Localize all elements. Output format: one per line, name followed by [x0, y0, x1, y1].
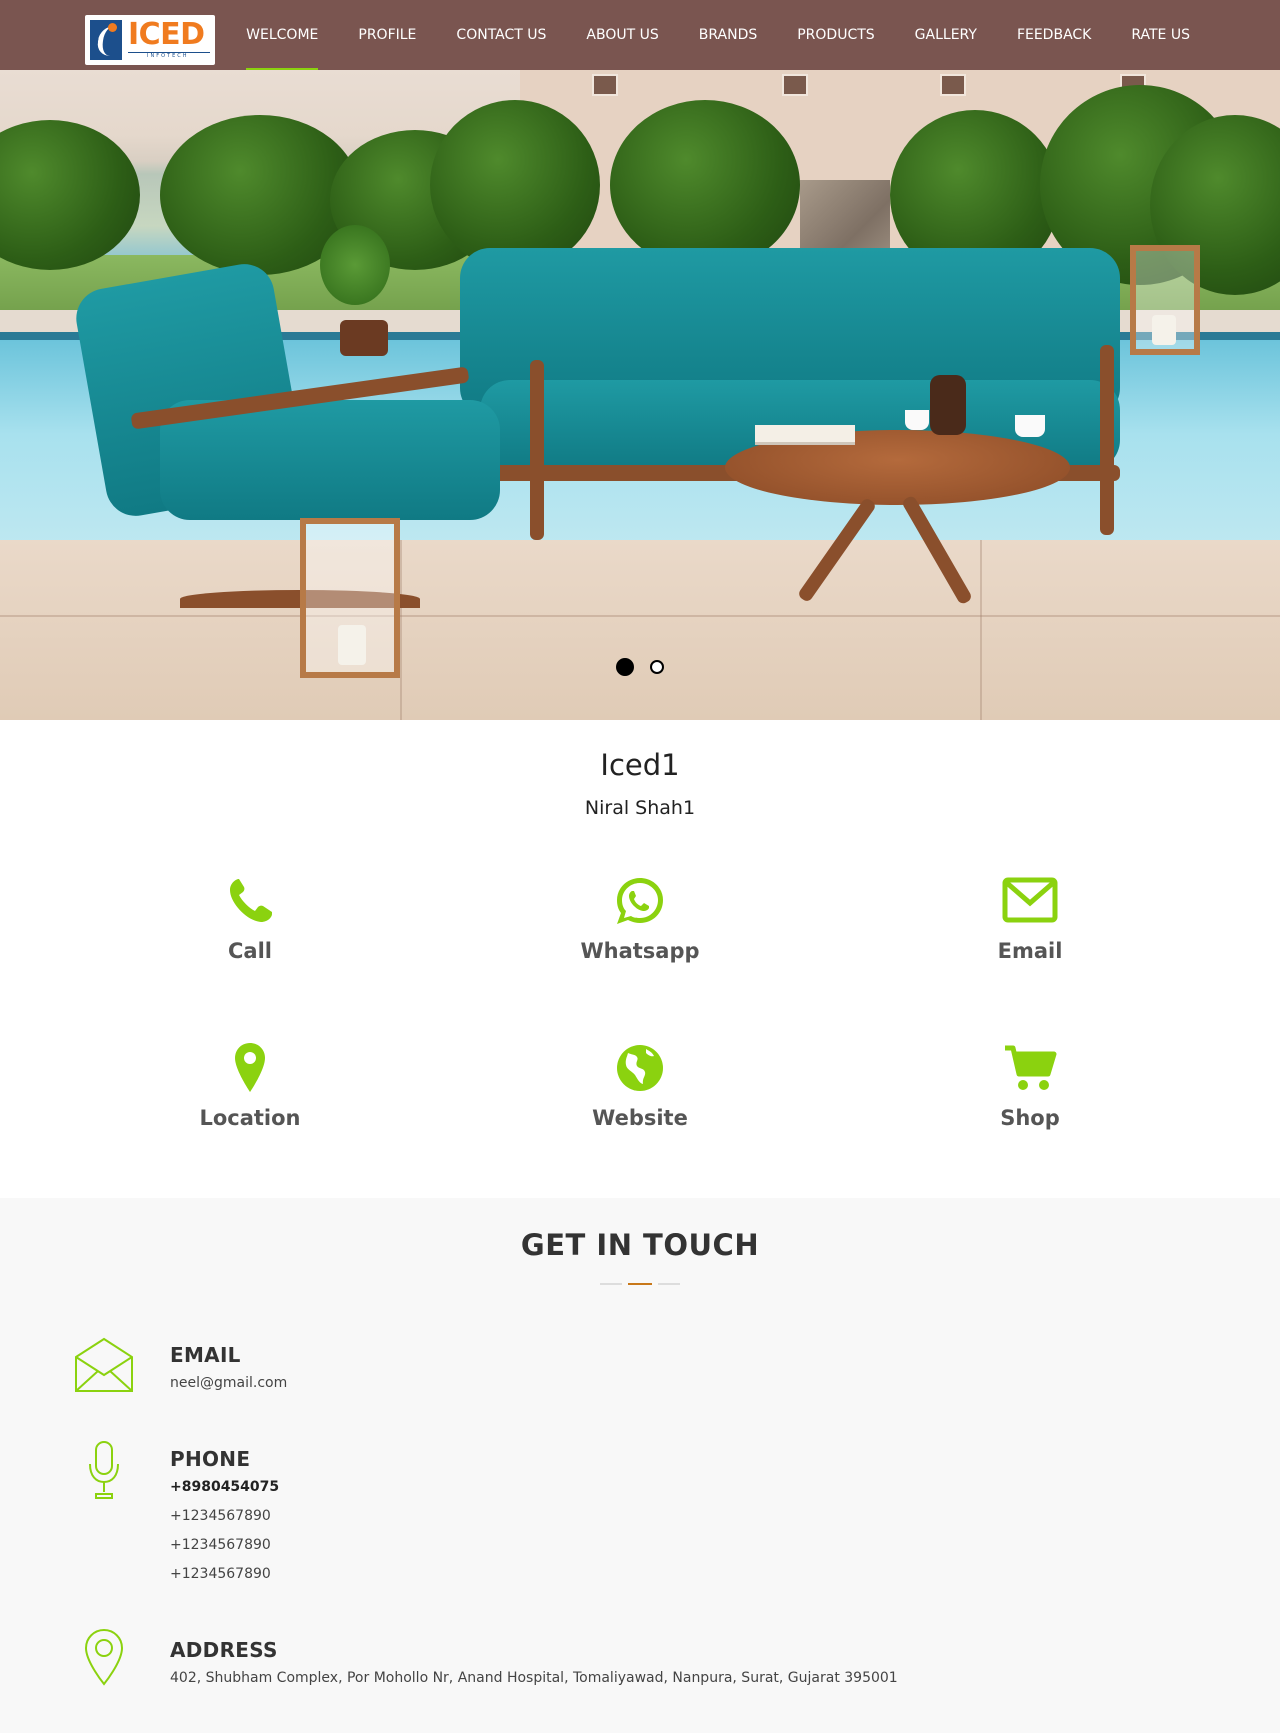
- hero-bush: [610, 100, 800, 270]
- website-button[interactable]: Website: [520, 1040, 760, 1130]
- nav-item-feedback[interactable]: FEEDBACK: [997, 0, 1111, 70]
- call-label: Call: [228, 939, 272, 963]
- title-divider-right: [658, 1283, 680, 1285]
- cart-icon: [1005, 1045, 1057, 1090]
- shop-label: Shop: [1000, 1106, 1060, 1130]
- nav-item-gallery[interactable]: GALLERY: [895, 0, 997, 70]
- hero-plant: [320, 225, 390, 305]
- address-heading: ADDRESS: [170, 1638, 278, 1662]
- hero-coffee-pot: [930, 375, 966, 435]
- microphone-icon: [89, 1441, 119, 1499]
- hero-bush: [0, 120, 140, 270]
- map-marker-outline-icon: [84, 1628, 124, 1686]
- contact-section: GET IN TOUCH EMAIL neel@gmail.com PHONE …: [0, 1198, 1280, 1733]
- email-heading: EMAIL: [170, 1343, 241, 1367]
- title-divider-left: [600, 1283, 622, 1285]
- map-pin-icon: [235, 1043, 265, 1092]
- main-menu: WELCOME PROFILE CONTACT US ABOUT US BRAN…: [226, 0, 1210, 70]
- phone-icon: [230, 879, 272, 922]
- call-button[interactable]: Call: [130, 873, 370, 963]
- whatsapp-icon: [617, 878, 663, 924]
- phone-number[interactable]: +1234567890: [170, 1537, 271, 1553]
- nav-item-welcome[interactable]: WELCOME: [226, 0, 338, 70]
- logo-subtext: INFOTECH: [147, 53, 189, 59]
- email-button[interactable]: Email: [910, 873, 1150, 963]
- logo-mark-icon: [90, 20, 122, 60]
- phone-number-primary[interactable]: +8980454075: [170, 1479, 279, 1495]
- hero-sofa-leg: [1100, 345, 1114, 535]
- whatsapp-label: Whatsapp: [580, 939, 700, 963]
- person-name: Niral Shah1: [584, 797, 696, 819]
- globe-icon: [617, 1045, 663, 1091]
- phone-number[interactable]: +1234567890: [170, 1566, 271, 1582]
- location-button[interactable]: Location: [130, 1040, 370, 1130]
- hero-planter: [340, 320, 388, 356]
- envelope-icon: [1002, 877, 1058, 923]
- hero-tile-line: [400, 540, 402, 720]
- nav-item-profile[interactable]: PROFILE: [338, 0, 436, 70]
- nav-item-contact-us[interactable]: CONTACT US: [436, 0, 566, 70]
- hero-bush: [430, 100, 600, 270]
- phone-number[interactable]: +1234567890: [170, 1508, 271, 1524]
- location-label: Location: [199, 1106, 301, 1130]
- whatsapp-button[interactable]: Whatsapp: [520, 873, 760, 963]
- hero-cup: [1015, 415, 1045, 437]
- open-envelope-icon: [75, 1337, 133, 1392]
- logo-text: ICED: [128, 17, 205, 52]
- hero-cup: [905, 410, 929, 430]
- hero-tile-line: [0, 615, 1280, 617]
- hero-sofa-leg: [530, 360, 544, 540]
- email-label: Email: [997, 939, 1063, 963]
- title-divider-center: [628, 1283, 652, 1285]
- address-text: 402, Shubham Complex, Por Mohollo Nr, An…: [170, 1670, 898, 1686]
- slider-dot-1[interactable]: [616, 658, 634, 676]
- hero-tile-line: [980, 540, 982, 720]
- hero-books: [755, 425, 855, 445]
- hero-candle: [1152, 315, 1176, 345]
- hero-slider[interactable]: [0, 70, 1280, 720]
- brand-logo[interactable]: ICED INFOTECH: [85, 15, 215, 65]
- shop-button[interactable]: Shop: [910, 1040, 1150, 1130]
- nav-item-rate-us[interactable]: RATE US: [1111, 0, 1210, 70]
- slider-dot-2[interactable]: [650, 660, 664, 674]
- nav-item-products[interactable]: PRODUCTS: [777, 0, 894, 70]
- slider-pagination: [0, 658, 1280, 676]
- top-navbar: ICED INFOTECH WELCOME PROFILE CONTACT US…: [0, 0, 1280, 70]
- nav-item-about-us[interactable]: ABOUT US: [566, 0, 678, 70]
- hero-deck: [0, 540, 1280, 720]
- nav-item-brands[interactable]: BRANDS: [679, 0, 777, 70]
- website-label: Website: [592, 1106, 688, 1130]
- contact-title: GET IN TOUCH: [520, 1228, 760, 1262]
- business-name: Iced1: [600, 748, 680, 782]
- email-address-link[interactable]: neel@gmail.com: [170, 1375, 287, 1391]
- phone-heading: PHONE: [170, 1447, 251, 1471]
